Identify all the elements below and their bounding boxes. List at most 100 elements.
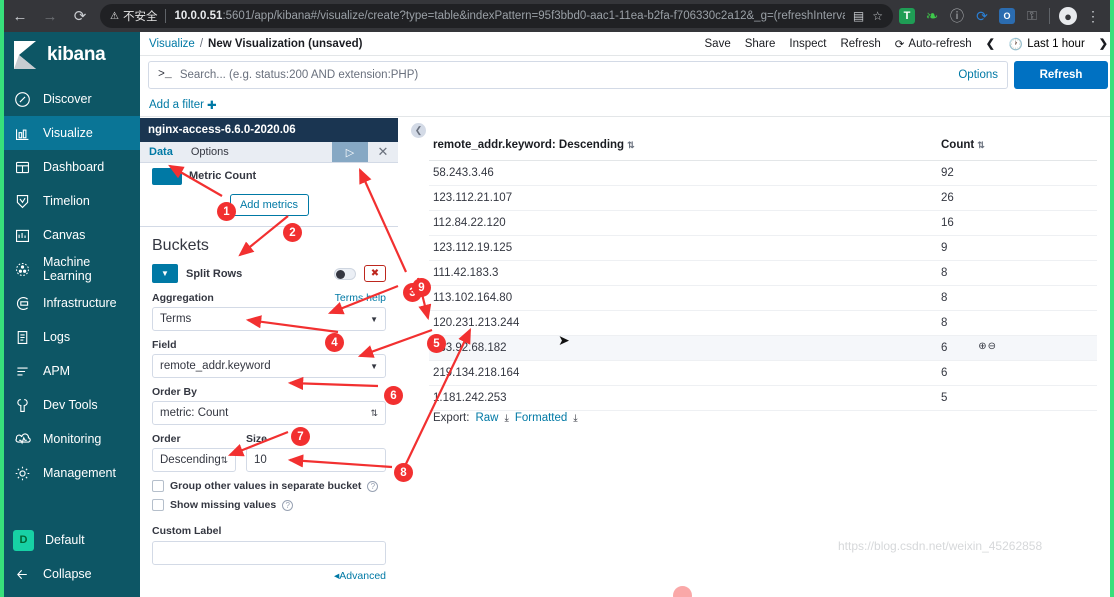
breadcrumb-visualize[interactable]: Visualize (149, 38, 195, 50)
sidebar-item-dev-tools[interactable]: Dev Tools (0, 388, 140, 422)
help-icon[interactable]: ? (367, 480, 379, 492)
metric-row[interactable]: Metric Count (152, 167, 386, 185)
reload-icon[interactable]: ⟳ (66, 2, 94, 30)
terms-help-link[interactable]: Terms help (335, 292, 386, 304)
key-icon[interactable]: ⚿ (1024, 8, 1040, 24)
forward-arrow-icon[interactable]: → (36, 2, 64, 30)
sidebar-item-discover[interactable]: Discover (0, 82, 140, 116)
kebab-menu-icon[interactable]: ⋮ (1086, 8, 1106, 25)
split-rows-caret-icon[interactable]: ▼ (152, 264, 178, 283)
space-selector[interactable]: D Default (0, 523, 140, 557)
table-row[interactable]: 120.231.213.244 8 (429, 310, 1097, 336)
group-other-checkbox-row[interactable]: Group other values in separate bucket ? (152, 480, 386, 492)
export-raw-link[interactable]: Raw (475, 412, 498, 424)
table-row[interactable]: 58.243.3.46 92 (429, 160, 1097, 186)
add-filter-button[interactable]: Add a filter ✚ (149, 98, 217, 112)
sidebar-item-management[interactable]: Management (0, 456, 140, 490)
size-input[interactable]: 10 (246, 448, 386, 472)
table-row[interactable]: 123.112.19.125 9 (429, 235, 1097, 261)
column-header-count[interactable]: Count ⇅ (937, 134, 1097, 161)
office-icon[interactable]: O (999, 8, 1015, 24)
query-options-button[interactable]: Options (958, 69, 998, 81)
cell-count-value: 6 (941, 342, 948, 354)
split-rows-actions: ✖ (334, 265, 386, 282)
table-header-row: remote_addr.keyword: Descending ⇅ Count ⇅ (429, 134, 1097, 161)
auto-refresh-button[interactable]: ⟳ Auto-refresh (895, 37, 972, 51)
bookmark-star-icon[interactable]: ☆ (872, 9, 883, 23)
table-row[interactable]: 219.134.218.164 6 (429, 360, 1097, 386)
sidebar-item-monitoring[interactable]: Monitoring (0, 422, 140, 456)
disable-toggle-icon[interactable] (334, 267, 356, 280)
table-row[interactable]: 123.112.21.107 26 (429, 185, 1097, 211)
back-arrow-icon[interactable]: ← (6, 2, 34, 30)
sidebar-item-label: Discover (43, 92, 92, 106)
magnify-filter-icons[interactable]: ⊕⊖ (978, 341, 997, 352)
close-icon[interactable]: ✕ (368, 142, 398, 162)
help-icon[interactable]: ? (282, 499, 294, 511)
sort-icon[interactable]: ⇅ (977, 140, 985, 150)
order-select[interactable]: Descending ⇅ (152, 448, 236, 472)
custom-label-input[interactable] (152, 541, 386, 565)
field-select[interactable]: remote_addr.keyword ▼ (152, 354, 386, 378)
aggregation-select[interactable]: Terms ▼ (152, 307, 386, 331)
inspect-button[interactable]: Inspect (789, 38, 826, 50)
sync-icon[interactable]: ⟳ (974, 8, 990, 24)
table-row[interactable]: 112.84.22.120 16 (429, 210, 1097, 236)
table-row[interactable]: 183.92.68.182 ⊕⊖ 6 (429, 335, 1097, 361)
time-next-button[interactable]: ❯ (1099, 37, 1108, 50)
table-row[interactable]: 111.42.183.3 8 (429, 260, 1097, 286)
sidebar-item-infrastructure[interactable]: Infrastructure (0, 286, 140, 320)
cell-term: 183.92.68.182 (429, 335, 937, 361)
share-button[interactable]: Share (745, 38, 776, 50)
sidebar-item-machine-learning[interactable]: Machine Learning (0, 252, 140, 286)
sidebar-item-visualize[interactable]: Visualize (0, 116, 140, 150)
security-warning[interactable]: ⚠ 不安全 (110, 8, 157, 24)
query-refresh-button[interactable]: Refresh (1014, 60, 1108, 89)
table-row[interactable]: 113.102.164.80 8 (429, 285, 1097, 311)
metrics-section: Metric Count Add metrics (140, 163, 398, 227)
table-row[interactable]: 1.181.242.253 5 (429, 385, 1097, 411)
kibana-brand-label: kibana (47, 44, 106, 65)
tab-data[interactable]: Data (140, 142, 182, 162)
info-icon[interactable]: ⓘ (949, 8, 965, 24)
show-missing-checkbox-row[interactable]: Show missing values ? (152, 499, 386, 511)
sidebar-item-apm[interactable]: APM (0, 354, 140, 388)
gear-icon (13, 464, 32, 483)
play-apply-icon[interactable]: ▷ (332, 142, 368, 162)
collapse-sidebar-button[interactable]: Collapse (0, 557, 140, 591)
address-bar[interactable]: ⚠ 不安全 10.0.0.51:5601/app/kibana#/visuali… (100, 4, 893, 28)
sort-icon[interactable]: ⇅ (627, 140, 635, 150)
cell-term: 113.102.164.80 (429, 285, 937, 311)
add-metrics-button[interactable]: Add metrics (229, 194, 309, 216)
advanced-toggle[interactable]: ◂Advanced (152, 570, 386, 582)
evernote-icon[interactable]: ❧ (924, 8, 940, 25)
refresh-button[interactable]: Refresh (840, 38, 880, 50)
collapse-left-icon[interactable]: ❮ (411, 123, 426, 138)
time-prev-button[interactable]: ❮ (986, 37, 995, 50)
share-qr-icon[interactable]: ▤ (853, 9, 864, 23)
export-formatted-link[interactable]: Formatted (515, 412, 567, 424)
order-by-label: Order By (152, 386, 197, 398)
show-missing-checkbox[interactable] (152, 499, 164, 511)
cell-term: 123.112.19.125 (429, 235, 937, 261)
group-other-checkbox[interactable] (152, 480, 164, 492)
remove-x-icon[interactable]: ✖ (364, 265, 386, 282)
column-header-term[interactable]: remote_addr.keyword: Descending ⇅ (429, 134, 937, 161)
tab-options[interactable]: Options (182, 142, 238, 162)
kibana-logo[interactable]: kibana (0, 32, 140, 78)
save-button[interactable]: Save (705, 38, 731, 50)
time-range-picker[interactable]: 🕐 Last 1 hour (1009, 37, 1085, 51)
profile-avatar-icon[interactable]: ● (1059, 7, 1077, 25)
sidebar-item-timelion[interactable]: Timelion (0, 184, 140, 218)
sidebar-item-canvas[interactable]: Canvas (0, 218, 140, 252)
translate-extension-icon[interactable]: T (899, 8, 915, 24)
query-prompt-icon: >_ (158, 68, 172, 81)
order-by-select[interactable]: metric: Count ⇅ (152, 401, 386, 425)
infrastructure-icon (13, 294, 32, 313)
metric-caret-icon[interactable] (152, 167, 182, 185)
compass-icon (13, 90, 32, 109)
sidebar-item-logs[interactable]: Logs (0, 320, 140, 354)
search-input[interactable]: >_ Search... (e.g. status:200 AND extens… (148, 60, 1008, 89)
sidebar-item-dashboard[interactable]: Dashboard (0, 150, 140, 184)
sidebar-item-label: Dashboard (43, 160, 105, 174)
